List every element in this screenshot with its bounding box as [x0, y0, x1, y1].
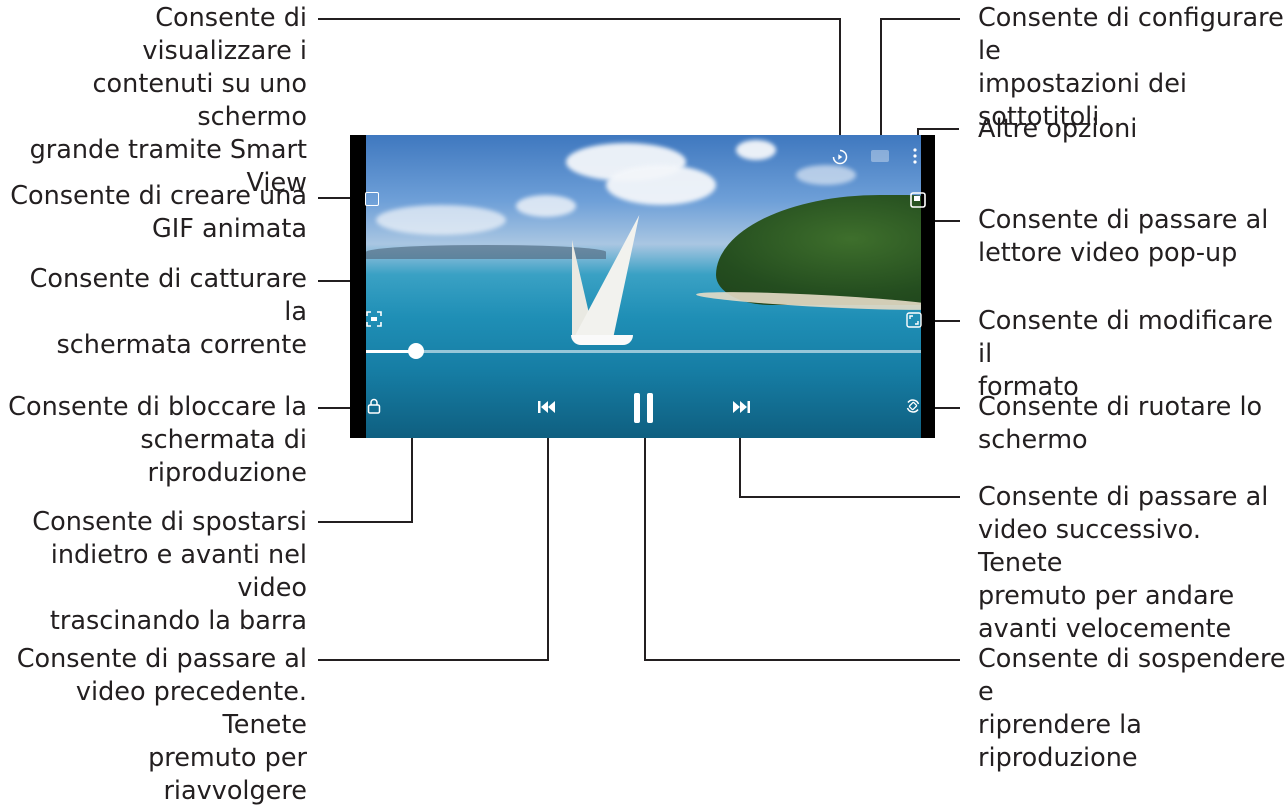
next-icon[interactable]	[730, 398, 752, 416]
pause-icon[interactable]	[630, 391, 658, 425]
ratio-icon[interactable]	[906, 312, 922, 328]
gif-icon[interactable]	[365, 192, 379, 206]
smart-view-icon[interactable]	[832, 149, 848, 165]
seek-bar-track[interactable]	[366, 350, 921, 353]
subtitles-icon[interactable]	[870, 149, 890, 163]
boat-hull	[571, 335, 633, 345]
cloud	[736, 140, 776, 160]
callout-pause: Consente di sospendere e riprendere la r…	[978, 644, 1286, 773]
cloud	[376, 205, 506, 235]
lock-icon[interactable]	[366, 397, 382, 415]
capture-icon[interactable]	[366, 311, 382, 327]
callout-lock: Consente di bloccare la schermata di rip…	[8, 392, 307, 488]
rotate-icon[interactable]	[905, 398, 921, 414]
popup-player-icon[interactable]	[910, 192, 926, 208]
video-player-screen	[350, 135, 935, 438]
callout-previous: Consente di passare al video precedente.…	[16, 644, 307, 806]
callout-next: Consente di passare al video successivo.…	[978, 482, 1269, 644]
far-hills	[366, 245, 606, 259]
callout-popup: Consente di passare al lettore video pop…	[978, 205, 1269, 268]
callout-seek: Consente di spostarsi indietro e avanti …	[32, 507, 307, 636]
island	[716, 195, 921, 305]
previous-icon[interactable]	[536, 398, 558, 416]
cloud	[606, 165, 716, 205]
callout-gif: Consente di creare una GIF animata	[10, 181, 307, 244]
callout-smart-view: Consente di visualizzare i contenuti su …	[29, 3, 307, 198]
more-options-icon[interactable]	[911, 147, 919, 165]
callout-rotate: Consente di ruotare lo schermo	[978, 392, 1263, 455]
callout-more: Altre opzioni	[978, 114, 1138, 144]
cloud	[516, 195, 576, 217]
callout-ratio: Consente di modificare il formato	[978, 306, 1273, 402]
cloud	[796, 165, 856, 185]
seek-bar-thumb[interactable]	[407, 343, 424, 359]
callout-capture: Consente di catturare la schermata corre…	[29, 264, 307, 360]
